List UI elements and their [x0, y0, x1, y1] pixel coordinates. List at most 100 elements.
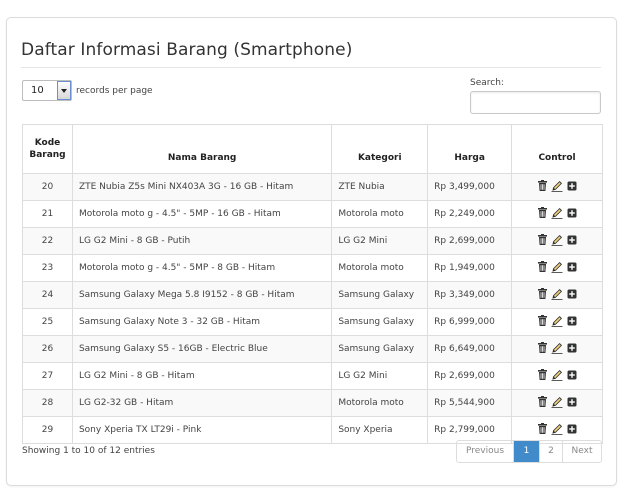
- cell-kode: 21: [22, 200, 73, 228]
- cell-harga: Rp 3,499,000: [427, 173, 513, 201]
- cell-kode: 29: [22, 416, 73, 444]
- cell-kode: 26: [22, 335, 73, 363]
- cell-nama: Samsung Galaxy S5 - 16GB - Electric Blue: [71, 335, 333, 363]
- trash-icon[interactable]: [537, 369, 547, 383]
- pencil-icon[interactable]: [551, 207, 563, 222]
- plus-icon[interactable]: [567, 235, 577, 248]
- plus-icon[interactable]: [567, 316, 577, 329]
- table-info: Showing 1 to 10 of 12 entries: [22, 446, 155, 456]
- trash-icon[interactable]: [537, 261, 547, 275]
- pencil-icon[interactable]: [551, 234, 563, 249]
- pagination-previous[interactable]: Previous: [457, 441, 514, 462]
- column-header-control: Control: [511, 124, 603, 174]
- plus-icon[interactable]: [567, 208, 577, 221]
- cell-kategori: Samsung Galaxy: [331, 308, 429, 336]
- table-row: 28 LG G2-32 GB - Hitam Motorola moto Rp 5,5…: [22, 389, 603, 417]
- plus-icon[interactable]: [567, 262, 577, 275]
- trash-icon[interactable]: [537, 423, 547, 437]
- cell-nama: Samsung Galaxy Note 3 - 32 GB - Hitam: [71, 308, 333, 336]
- products-table: Kode Barang Nama Barang Kategori Harga Co…: [22, 124, 603, 444]
- pencil-icon[interactable]: [551, 342, 563, 357]
- trash-icon[interactable]: [537, 315, 547, 329]
- plus-icon[interactable]: [567, 370, 577, 383]
- trash-icon[interactable]: [537, 396, 547, 410]
- records-per-page-value: 10: [31, 85, 44, 96]
- pagination-page-1[interactable]: 1: [514, 441, 540, 462]
- cell-nama: Motorola moto g - 4.5" - 5MP - 16 GB - H…: [71, 200, 333, 228]
- trash-icon[interactable]: [537, 342, 547, 356]
- table-row: 27 LG G2 Mini - 8 GB - Hitam LG G2 Mini Rp …: [22, 362, 603, 390]
- cell-kategori: Motorola moto: [331, 200, 429, 228]
- cell-nama: Motorola moto g - 4.5" - 5MP - 8 GB - Hi…: [71, 254, 333, 282]
- cell-kategori: ZTE Nubia: [331, 173, 429, 201]
- column-header-nama[interactable]: Nama Barang: [71, 124, 333, 174]
- cell-control: [511, 389, 603, 417]
- trash-icon[interactable]: [537, 288, 547, 302]
- chevron-down-icon[interactable]: [57, 81, 71, 100]
- cell-kode: 23: [22, 254, 73, 282]
- table-row: 21 Motorola moto g - 4.5" - 5MP - 16 GB -…: [22, 200, 603, 228]
- cell-control: [511, 308, 603, 336]
- table-header-row: Kode Barang Nama Barang Kategori Harga Co…: [22, 124, 603, 174]
- cell-kode: 24: [22, 281, 73, 309]
- table-row: 23 Motorola moto g - 4.5" - 5MP - 8 GB - …: [22, 254, 603, 282]
- cell-control: [511, 362, 603, 390]
- table-row: 26 Samsung Galaxy S5 - 16GB - Electric Bl…: [22, 335, 603, 363]
- cell-harga: Rp 6,649,000: [427, 335, 513, 363]
- cell-kode: 28: [22, 389, 73, 417]
- pagination-next[interactable]: Next: [563, 441, 601, 462]
- cell-kategori: LG G2 Mini: [331, 362, 429, 390]
- plus-icon[interactable]: [567, 289, 577, 302]
- cell-nama: ZTE Nubia Z5s Mini NX403A 3G - 16 GB - H…: [71, 173, 333, 201]
- cell-control: [511, 281, 603, 309]
- records-per-page-select[interactable]: 10: [22, 80, 72, 101]
- cell-kategori: Sony Xperia: [331, 416, 429, 444]
- table-row: 20 ZTE Nubia Z5s Mini NX403A 3G - 16 GB -…: [22, 173, 603, 201]
- cell-nama: LG G2 Mini - 8 GB - Hitam: [71, 362, 333, 390]
- cell-kategori: Samsung Galaxy: [331, 281, 429, 309]
- pencil-icon[interactable]: [551, 369, 563, 384]
- cell-nama: Sony Xperia TX LT29i - Pink: [71, 416, 333, 444]
- pencil-icon[interactable]: [551, 315, 563, 330]
- cell-kode: 25: [22, 308, 73, 336]
- table-row: 24 Samsung Galaxy Mega 5.8 I9152 - 8 GB -…: [22, 281, 603, 309]
- cell-control: [511, 227, 603, 255]
- cell-harga: Rp 2,699,000: [427, 227, 513, 255]
- cell-kategori: Motorola moto: [331, 389, 429, 417]
- cell-harga: Rp 6,999,000: [427, 308, 513, 336]
- cell-kategori: Motorola moto: [331, 254, 429, 282]
- pagination-page-2[interactable]: 2: [540, 441, 563, 462]
- page-title: Daftar Informasi Barang (Smartphone): [21, 40, 353, 60]
- pencil-icon[interactable]: [551, 261, 563, 276]
- plus-icon[interactable]: [567, 181, 577, 194]
- table-row: 22 LG G2 Mini - 8 GB - Putih LG G2 Mini Rp …: [22, 227, 603, 255]
- cell-nama: LG G2 Mini - 8 GB - Putih: [71, 227, 333, 255]
- cell-control: [511, 335, 603, 363]
- pencil-icon[interactable]: [551, 396, 563, 411]
- cell-harga: Rp 5,544,900: [427, 389, 513, 417]
- title-divider: [21, 67, 601, 68]
- cell-harga: Rp 3,349,000: [427, 281, 513, 309]
- table-row: 25 Samsung Galaxy Note 3 - 32 GB - Hitam S…: [22, 308, 603, 336]
- trash-icon[interactable]: [537, 180, 547, 194]
- column-header-kategori[interactable]: Kategori: [331, 124, 429, 174]
- plus-icon[interactable]: [567, 343, 577, 356]
- cell-harga: Rp 2,699,000: [427, 362, 513, 390]
- plus-icon[interactable]: [567, 397, 577, 410]
- plus-icon[interactable]: [567, 424, 577, 437]
- trash-icon[interactable]: [537, 234, 547, 248]
- cell-kode: 27: [22, 362, 73, 390]
- pencil-icon[interactable]: [551, 180, 563, 195]
- cell-kode: 20: [22, 173, 73, 201]
- pagination: Previous 1 2 Next: [456, 440, 602, 463]
- cell-harga: Rp 2,249,000: [427, 200, 513, 228]
- cell-nama: LG G2-32 GB - Hitam: [71, 389, 333, 417]
- records-per-page-label: records per page: [76, 86, 153, 96]
- column-header-harga[interactable]: Harga: [427, 124, 513, 174]
- search-input[interactable]: [470, 91, 601, 114]
- pencil-icon[interactable]: [551, 288, 563, 303]
- pencil-icon[interactable]: [551, 423, 563, 438]
- trash-icon[interactable]: [537, 207, 547, 221]
- column-header-kode[interactable]: Kode Barang: [22, 124, 73, 174]
- cell-kategori: Samsung Galaxy: [331, 335, 429, 363]
